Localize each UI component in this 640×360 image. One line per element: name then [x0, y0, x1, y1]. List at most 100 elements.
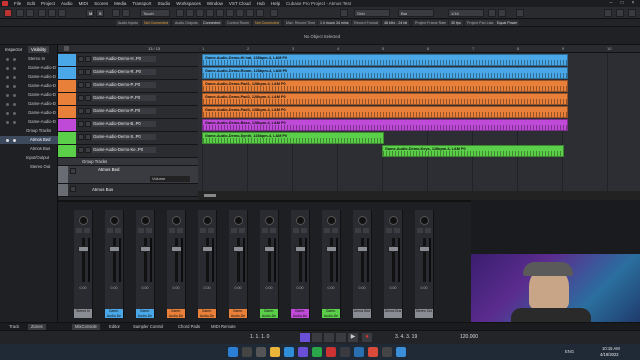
mute-button[interactable] — [169, 228, 175, 233]
track-row[interactable]: Game-Audio-Demo-S..P0 — [58, 132, 198, 145]
chrome-icon[interactable] — [312, 347, 322, 357]
cubase-taskbar-icon[interactable] — [326, 347, 336, 357]
solo-button[interactable] — [208, 228, 214, 233]
mute-button[interactable] — [293, 228, 299, 233]
pan-knob[interactable] — [141, 216, 150, 225]
atmos-bed-track[interactable]: Atmos Bed Volume — [58, 166, 198, 184]
track-row[interactable]: Game-Audio-Demo-B..P0 — [58, 119, 198, 132]
zoom-tool-icon[interactable] — [226, 9, 234, 17]
channel-strip[interactable]: 0.00 Game-Audio-De mo-Bass — [291, 210, 310, 318]
clock-time[interactable]: 10:15 AM — [602, 346, 620, 351]
search-icon[interactable] — [242, 347, 252, 357]
solo-button[interactable] — [332, 228, 338, 233]
pan-knob[interactable] — [358, 216, 367, 225]
solo-button[interactable] — [394, 228, 400, 233]
solo-button[interactable] — [177, 228, 183, 233]
visibility-item[interactable]: Game-Audio-D — [0, 73, 58, 81]
undo-icon[interactable] — [16, 9, 24, 17]
visibility-item[interactable]: Atmos Bus — [0, 145, 58, 153]
mute-all-icon[interactable]: M — [86, 9, 94, 17]
channel-strip[interactable]: 0.00 Game-Audio-De mo-Kick and Sna — [105, 210, 124, 318]
visibility-item[interactable]: Game-Audio-D — [0, 64, 58, 72]
channel-strip[interactable]: 0.00 Game-Audio-De mo-Pad3 — [229, 210, 248, 318]
menu-file[interactable]: File — [14, 1, 21, 6]
automation-parameter-select[interactable]: Volume — [150, 176, 190, 182]
glue-tool-icon[interactable] — [206, 9, 214, 17]
pan-knob[interactable] — [172, 216, 181, 225]
solo-button[interactable] — [239, 228, 245, 233]
quantize-bar-select[interactable]: Bar — [398, 9, 434, 17]
split-tool-icon[interactable] — [196, 9, 204, 17]
tab-inspector[interactable]: Inspector — [2, 46, 25, 53]
lower-zone-icon[interactable] — [48, 9, 56, 17]
mute-button[interactable] — [262, 228, 268, 233]
track-row[interactable]: Game-Audio-Demo-H..P0 — [58, 54, 198, 67]
pan-knob[interactable] — [327, 216, 336, 225]
quantize-icon[interactable] — [488, 9, 496, 17]
record-icon[interactable]: ● — [362, 333, 372, 342]
visibility-item[interactable]: Stereo In — [0, 55, 58, 63]
group-folder-row[interactable]: Group Tracks — [58, 158, 198, 166]
pan-knob[interactable] — [389, 216, 398, 225]
solo-button[interactable] — [84, 228, 90, 233]
grid-type-select[interactable]: Grid — [354, 9, 390, 17]
project-window[interactable]: 1 2 3 4 5 6 7 8 9 10 Game-Audio-Demo-Hi hat, 128b… — [198, 45, 640, 200]
channel-strip[interactable]: 0.00 Game-Audio-De mo-Room — [136, 210, 155, 318]
audio-event[interactable]: Game-Audio-Demo-Pad1, 128bpm-4, L&M P0 — [202, 80, 568, 92]
track-row[interactable]: Game-Audio-Demo-P..P0 — [58, 80, 198, 93]
mute-button[interactable] — [76, 228, 82, 233]
pan-knob[interactable] — [234, 216, 243, 225]
menu-audio[interactable]: Audio — [61, 1, 73, 6]
track-row[interactable]: Game-Audio-Demo-P..P0 — [58, 93, 198, 106]
edge-icon[interactable] — [284, 347, 294, 357]
mute-button[interactable] — [355, 228, 361, 233]
pan-knob[interactable] — [203, 216, 212, 225]
position-display[interactable]: 1. 1. 1. 0 — [250, 334, 269, 340]
pan-knob[interactable] — [420, 216, 429, 225]
snap-icon[interactable] — [340, 9, 348, 17]
mute-button[interactable] — [138, 228, 144, 233]
mixer-icon[interactable] — [616, 9, 624, 17]
menu-help[interactable]: Help — [271, 1, 280, 6]
menu-workspaces[interactable]: Workspaces — [176, 1, 201, 6]
channel-strip[interactable]: 0.00 Game-Audio-De mo-Keys — [322, 210, 341, 318]
solo-button[interactable] — [270, 228, 276, 233]
mute-button[interactable] — [231, 228, 237, 233]
track-row[interactable]: Game-Audio-Demo-Ke..P0 — [58, 145, 198, 158]
visibility-item-selected[interactable]: Atmos Bed — [0, 136, 58, 144]
taskbar-app-icon[interactable] — [382, 347, 392, 357]
visibility-item[interactable]: Game-Audio-D — [0, 82, 58, 90]
right-zone-icon[interactable] — [58, 9, 66, 17]
visibility-item[interactable]: Game-Audio-D — [0, 118, 58, 126]
erase-tool-icon[interactable] — [216, 9, 224, 17]
audio-event[interactable]: Game-Audio-Demo-Room, 128bpm-4, L&M P0 — [202, 67, 568, 79]
solo-button[interactable] — [425, 228, 431, 233]
solo-button[interactable] — [301, 228, 307, 233]
clock-date[interactable]: 4/19/2022 — [600, 352, 619, 357]
audio-event[interactable]: Game-Audio-Demo-Synth, 128bpm-4, L&M P0 — [202, 132, 384, 144]
audio-event[interactable]: Game-Audio-Demo-Pad2, 128bpm-4, L&M P0 — [202, 93, 568, 105]
play-tool-icon[interactable] — [256, 9, 264, 17]
cycle-icon[interactable] — [300, 333, 310, 342]
activate-project-icon[interactable] — [4, 9, 12, 17]
taskbar-app-icon[interactable] — [396, 347, 406, 357]
channel-strip[interactable]: 0.00 Game-Audio-De mo-Synth — [260, 210, 279, 318]
maximize-icon[interactable]: □ — [617, 0, 627, 7]
channel-strip[interactable]: 0.00 Game-Audio-De mo-Pad2 — [198, 210, 217, 318]
pan-knob[interactable] — [79, 216, 88, 225]
task-view-icon[interactable] — [256, 347, 266, 357]
taskbar-app-icon[interactable] — [368, 347, 378, 357]
audio-event[interactable]: Game-Audio-Demo-Bass, 128bpm-4, L&M P0 — [202, 119, 568, 131]
start-icon[interactable] — [228, 347, 238, 357]
quantize-value-select[interactable]: 1/16 — [448, 9, 484, 17]
write-automation-icon[interactable] — [122, 9, 130, 17]
forward-icon[interactable] — [324, 333, 334, 342]
solo-button[interactable] — [146, 228, 152, 233]
minimize-icon[interactable]: – — [606, 0, 616, 7]
channel-strip[interactable]: 0.00 Stereo In — [74, 210, 93, 318]
menu-vst-cloud[interactable]: VST Cloud — [229, 1, 251, 6]
channel-strip[interactable]: 0.00 Stereo Out — [415, 210, 434, 318]
range-tool-icon[interactable] — [186, 9, 194, 17]
mute-button[interactable] — [417, 228, 423, 233]
channel-strip[interactable]: 0.00 Atmos Bus — [384, 210, 403, 318]
